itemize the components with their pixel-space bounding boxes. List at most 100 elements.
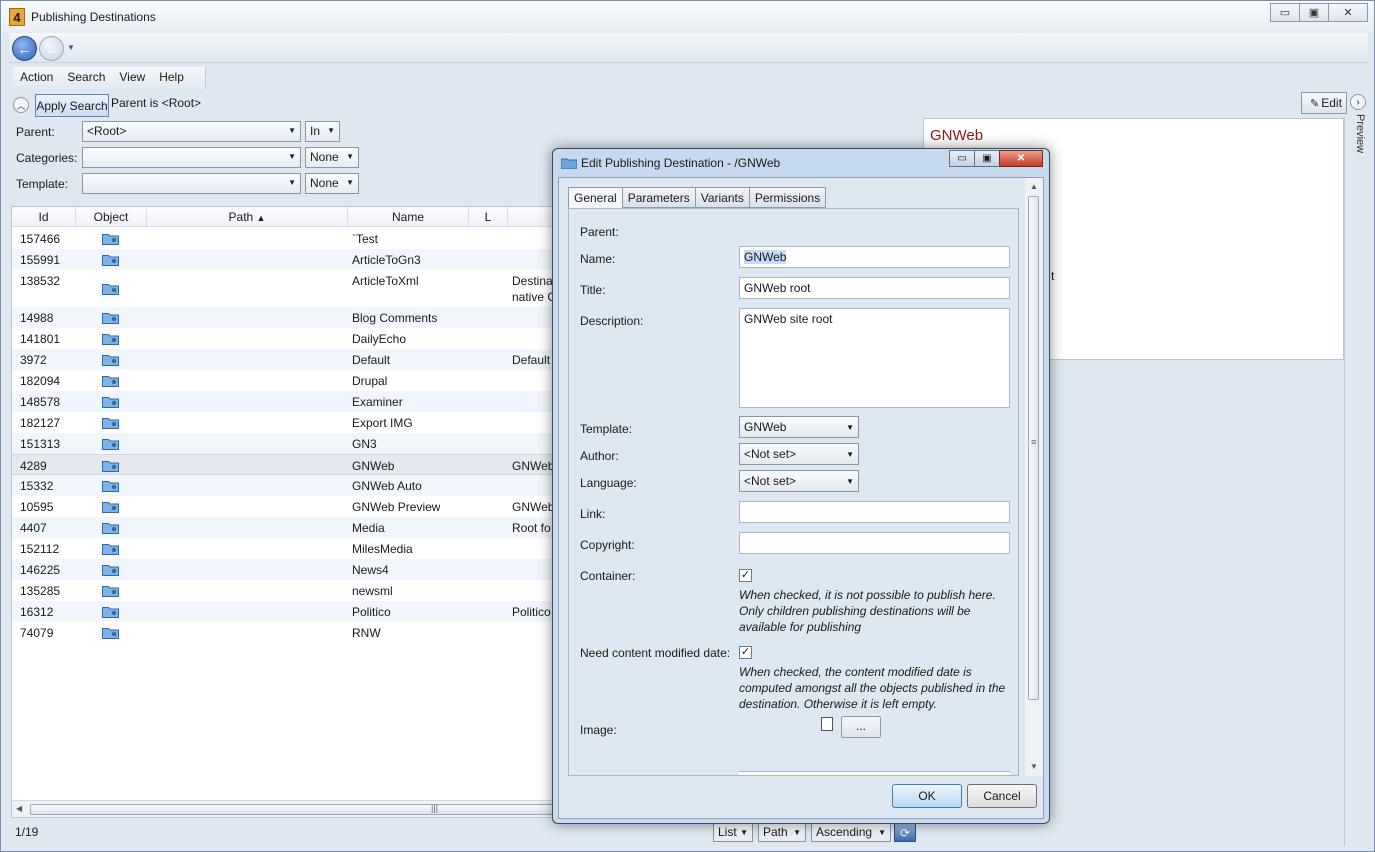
parent-mode-value: In xyxy=(310,124,321,138)
table-row[interactable]: 148578 Examiner xyxy=(12,391,570,412)
table-row[interactable]: 138532 ArticleToXml Destina native C xyxy=(12,270,570,307)
parent-mode-combo[interactable]: In ▼ xyxy=(305,121,340,142)
column-header-path[interactable]: Path ▲ xyxy=(147,210,347,224)
scrollbar-thumb[interactable]: ||| xyxy=(30,803,570,815)
scroll-up-icon[interactable]: ▲ xyxy=(1030,182,1038,191)
preview-tab-strip xyxy=(1344,118,1367,846)
maximize-button[interactable]: ▣ xyxy=(1299,3,1329,22)
edit-button[interactable]: ✎ Edit xyxy=(1301,92,1347,114)
dialog-close-button[interactable]: ✕ xyxy=(999,150,1043,167)
ok-button[interactable]: OK xyxy=(892,784,962,808)
row-name: RNW xyxy=(352,626,381,640)
partially-hidden-field[interactable] xyxy=(739,771,1010,775)
table-row[interactable]: 182094 Drupal xyxy=(12,370,570,391)
row-id: 182094 xyxy=(20,374,61,388)
template-filter-combo[interactable]: ▼ xyxy=(82,173,301,194)
folder-icon xyxy=(102,626,119,639)
row-name: ArticleToGn3 xyxy=(352,253,421,267)
template-select[interactable]: GNWeb ▼ xyxy=(739,416,859,438)
menu-search[interactable]: Search xyxy=(60,67,112,89)
categories-filter-combo[interactable]: ▼ xyxy=(82,147,301,168)
sort-order-combo[interactable]: Ascending ▼ xyxy=(811,823,891,842)
need-date-checkbox[interactable]: ✓ xyxy=(739,646,752,659)
edit-destination-dialog: Edit Publishing Destination - /GNWeb ▭ ▣… xyxy=(552,148,1050,824)
description-label: Description: xyxy=(580,314,644,328)
column-separator[interactable] xyxy=(507,207,508,227)
dialog-scrollbar-thumb[interactable]: ≡ xyxy=(1028,196,1039,700)
table-row[interactable]: 14988 Blog Comments xyxy=(12,307,570,328)
tab-permissions[interactable]: Permissions xyxy=(748,187,827,208)
column-header-object[interactable]: Object xyxy=(76,210,146,224)
table-row[interactable]: 151313 GN3 xyxy=(12,433,570,454)
preview-toggle-button[interactable]: › xyxy=(1350,94,1366,110)
forward-button[interactable]: → xyxy=(39,36,64,61)
preview-tab[interactable]: Preview xyxy=(1348,114,1366,174)
window-titlebar: 4 Publishing Destinations ▭ ▣ ✕ xyxy=(1,1,1374,33)
table-row[interactable]: 4289 GNWeb GNWeb xyxy=(12,454,570,475)
table-row[interactable]: 15332 GNWeb Auto xyxy=(12,475,570,496)
tab-general[interactable]: General xyxy=(568,187,623,209)
horizontal-scrollbar[interactable]: ◀ ||| xyxy=(12,800,570,817)
parent-filter-combo[interactable]: <Root> ▼ xyxy=(82,121,301,142)
table-row[interactable]: 141801 DailyEcho xyxy=(12,328,570,349)
row-description-line2: native C xyxy=(512,290,552,304)
language-select[interactable]: <Not set> ▼ xyxy=(739,470,859,492)
table-row[interactable]: 152112 MilesMedia xyxy=(12,538,570,559)
minimize-button[interactable]: ▭ xyxy=(1270,3,1300,22)
table-row[interactable]: 146225 News4 xyxy=(12,559,570,580)
apply-search-button[interactable]: Apply Search xyxy=(35,94,109,117)
view-mode-combo[interactable]: List ▼ xyxy=(713,823,753,842)
table-row[interactable]: 157466 `Test xyxy=(12,228,570,249)
preview-text-fragment: t xyxy=(1051,269,1055,283)
column-header-id[interactable]: Id xyxy=(12,210,75,224)
cancel-button[interactable]: Cancel xyxy=(967,784,1037,808)
dialog-maximize-button[interactable]: ▣ xyxy=(974,150,1000,167)
column-header-name[interactable]: Name xyxy=(348,210,468,224)
row-id: 15332 xyxy=(20,479,54,493)
table-row[interactable]: 16312 Politico Politico xyxy=(12,601,570,622)
menu-view[interactable]: View xyxy=(112,67,152,89)
menu-help[interactable]: Help xyxy=(152,67,191,89)
back-button[interactable]: ← xyxy=(12,36,37,61)
dialog-vertical-scrollbar[interactable]: ▲ ≡ ▼ xyxy=(1025,178,1043,776)
tab-parameters[interactable]: Parameters xyxy=(621,187,696,208)
table-row[interactable]: 10595 GNWeb Preview GNWeb xyxy=(12,496,570,517)
row-name: News4 xyxy=(352,563,389,577)
tab-variants[interactable]: Variants xyxy=(694,187,750,208)
scroll-left-icon[interactable]: ◀ xyxy=(16,804,22,813)
folder-icon xyxy=(102,374,119,387)
table-row[interactable]: 182127 Export IMG xyxy=(12,412,570,433)
table-row[interactable]: 155991 ArticleToGn3 xyxy=(12,249,570,270)
row-id: 10595 xyxy=(20,500,54,514)
table-row[interactable]: 135285 newsml xyxy=(12,580,570,601)
row-name: GNWeb xyxy=(352,459,395,473)
template-mode-combo[interactable]: None ▼ xyxy=(305,173,359,194)
close-button[interactable]: ✕ xyxy=(1328,3,1368,22)
refresh-button[interactable]: ⟳ xyxy=(894,823,916,842)
sort-field-combo[interactable]: Path ▼ xyxy=(758,823,806,842)
folder-icon xyxy=(102,584,119,597)
table-row[interactable]: 74079 RNW xyxy=(12,622,570,643)
author-select[interactable]: <Not set> ▼ xyxy=(739,443,859,465)
link-field[interactable] xyxy=(739,501,1010,523)
dialog-minimize-button[interactable]: ▭ xyxy=(949,150,975,167)
copyright-field[interactable] xyxy=(739,532,1010,554)
categories-mode-combo[interactable]: None ▼ xyxy=(305,147,359,168)
container-checkbox[interactable]: ✓ xyxy=(739,569,752,582)
general-tab-content: Parent: Name: GNWeb Title: GNWeb root De… xyxy=(568,208,1019,776)
image-browse-button[interactable]: ... xyxy=(841,716,881,738)
collapse-search-button[interactable]: ︿ xyxy=(13,97,29,113)
description-field[interactable]: GNWeb site root xyxy=(739,308,1010,408)
name-field[interactable]: GNWeb xyxy=(739,246,1010,268)
menu-action[interactable]: Action xyxy=(13,67,60,89)
history-dropdown-icon[interactable]: ▼ xyxy=(67,43,75,52)
table-row[interactable]: 3972 Default Default xyxy=(12,349,570,370)
column-header-l[interactable]: L xyxy=(469,210,507,224)
scroll-down-icon[interactable]: ▼ xyxy=(1030,762,1038,771)
folder-icon xyxy=(102,479,119,492)
title-field[interactable]: GNWeb root xyxy=(739,277,1010,299)
table-row[interactable]: 4407 Media Root fo xyxy=(12,517,570,538)
row-id: 138532 xyxy=(20,274,61,288)
row-name: Politico xyxy=(352,605,391,619)
parent-filter-value: <Root> xyxy=(87,124,127,138)
